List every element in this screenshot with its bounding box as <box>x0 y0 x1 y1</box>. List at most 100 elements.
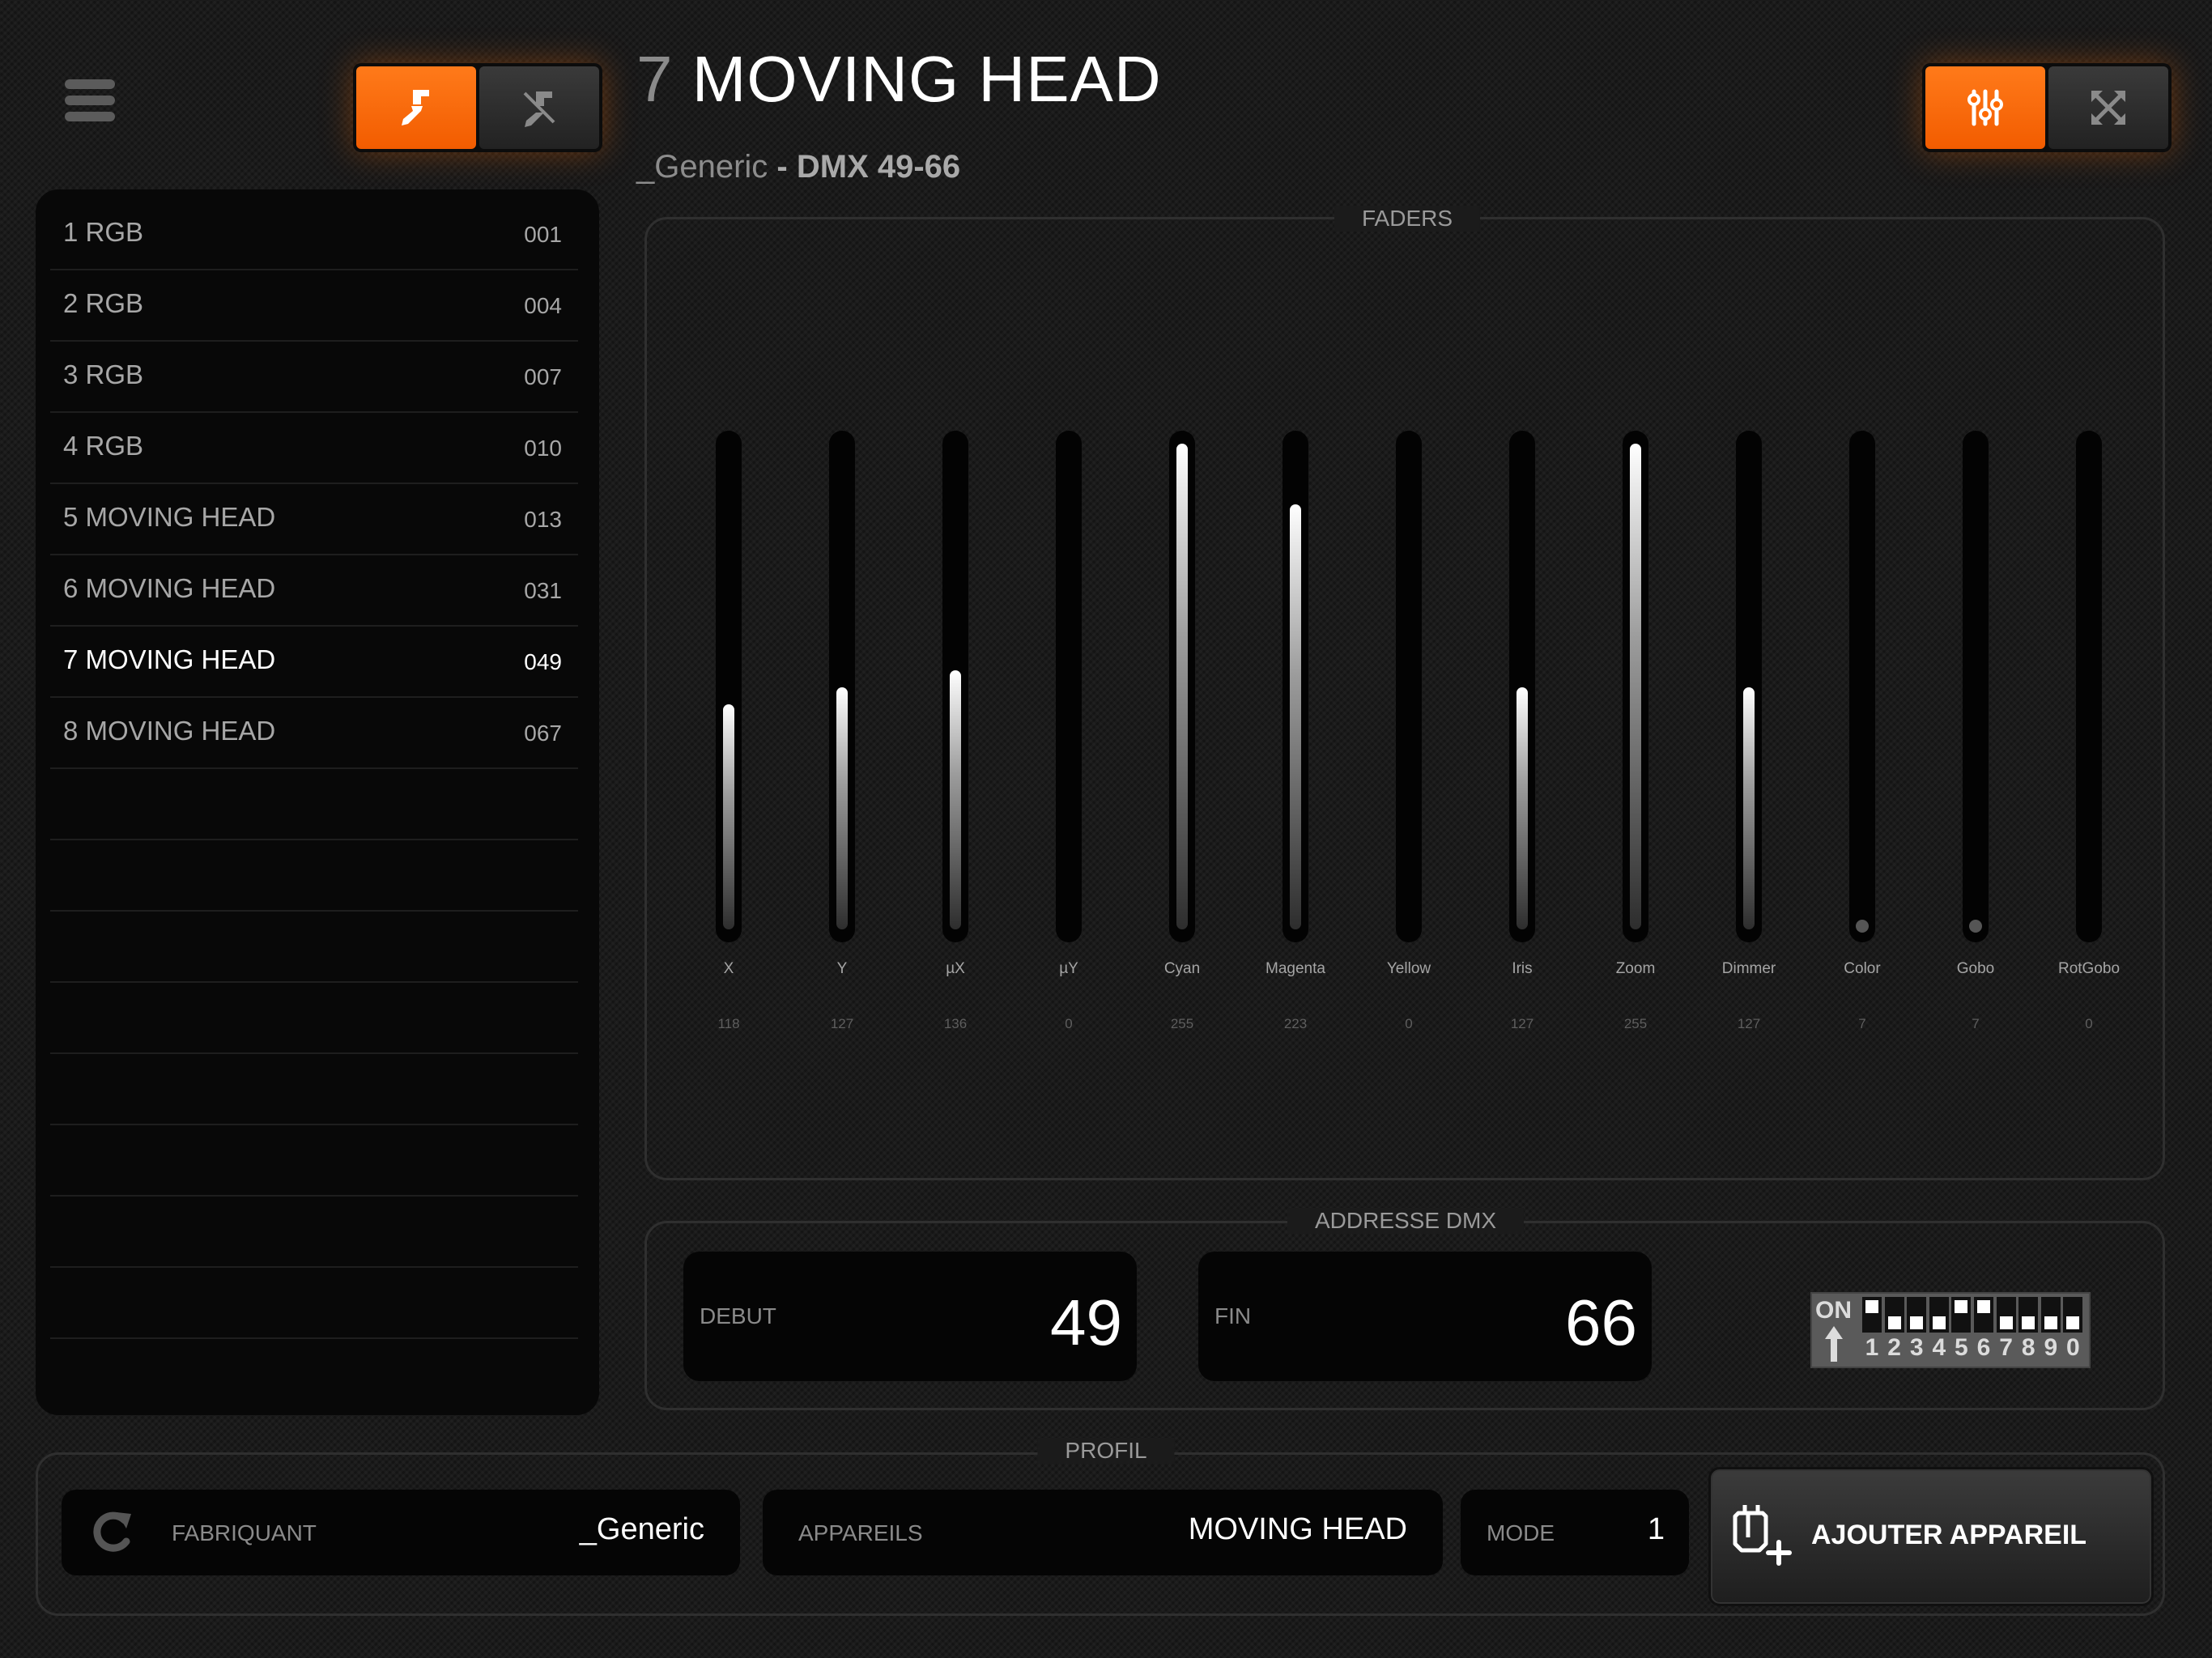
fader-level-fill <box>1516 687 1528 929</box>
fixture-address-label: 007 <box>524 364 562 389</box>
dip-switch <box>1974 1297 1993 1333</box>
fader-channel-label: Dimmer <box>1721 960 1776 977</box>
fader-channel-value: 255 <box>1623 1016 1648 1031</box>
dmx-legend: ADDRESSE DMX <box>1287 1208 1525 1234</box>
fader-track[interactable] <box>1169 431 1195 942</box>
dip-switch-knob <box>1865 1300 1878 1313</box>
fader-track[interactable] <box>1509 431 1535 942</box>
fixture-list-item[interactable]: 4 RGB 010 <box>50 411 578 484</box>
fader-track[interactable] <box>1056 431 1082 942</box>
manufacturer-value: _Generic <box>579 1512 704 1546</box>
dip-switch <box>2040 1297 2061 1333</box>
fixture-list-item[interactable] <box>50 767 578 840</box>
fixture-list-item[interactable] <box>50 1266 578 1339</box>
fader-channel-value: 223 <box>1283 1016 1308 1031</box>
dip-switch-knob <box>2022 1316 2035 1329</box>
fixture-name: MOVING HEAD <box>691 43 1162 115</box>
fader-channel-label: RotGobo <box>2057 960 2121 977</box>
fader-level-dot <box>1856 920 1869 933</box>
dip-switch-display: ON 1234567890 <box>1810 1292 2091 1368</box>
dmx-start-label: DEBUT <box>700 1303 776 1329</box>
fader-track[interactable] <box>1283 431 1308 942</box>
devices-field[interactable]: APPAREILS MOVING HEAD <box>763 1490 1443 1575</box>
dip-number: 7 <box>1999 1334 2013 1361</box>
dip-switch-knob <box>1977 1300 1990 1313</box>
dmx-start-field[interactable]: DEBUT 49 <box>683 1252 1137 1381</box>
fixture-list-item[interactable] <box>50 1195 578 1268</box>
dip-number: 0 <box>2066 1334 2080 1361</box>
fixture-address-label: 013 <box>524 507 562 532</box>
dip-number: 4 <box>1932 1334 1946 1361</box>
expand-icon[interactable] <box>2048 66 2168 149</box>
fader-track[interactable] <box>2076 431 2102 942</box>
page-title: 7 MOVING HEAD <box>636 42 1162 117</box>
fader-channel-label: Y <box>836 960 848 977</box>
fixture-list-item[interactable] <box>50 910 578 983</box>
add-device-button[interactable]: AJOUTER APPAREIL <box>1708 1467 2154 1606</box>
subtitle-separator: - <box>768 149 797 185</box>
fixture-list-item[interactable]: 8 MOVING HEAD 067 <box>50 696 578 769</box>
dip-switch <box>1996 1297 2016 1333</box>
view-mode-toggle[interactable] <box>1922 63 2172 152</box>
refresh-icon[interactable] <box>89 1509 139 1556</box>
fixture-list-item[interactable]: 5 MOVING HEAD 013 <box>50 483 578 555</box>
fader-track[interactable] <box>1623 431 1648 942</box>
fader-channel-value: 255 <box>1170 1016 1194 1031</box>
fader-track[interactable] <box>716 431 742 942</box>
fader-channel-label: Color <box>1844 960 1881 977</box>
manufacturer-field[interactable]: FABRIQUANT _Generic <box>62 1490 740 1575</box>
dip-switch <box>1862 1297 1882 1333</box>
brush-icon[interactable] <box>356 66 476 149</box>
dip-switch <box>1907 1297 1927 1333</box>
brush-disabled-icon[interactable] <box>479 66 599 149</box>
fixture-list-item[interactable] <box>50 839 578 912</box>
fader-track[interactable] <box>1849 431 1875 942</box>
dmx-end-field[interactable]: FIN 66 <box>1198 1252 1652 1381</box>
dip-on-label: ON <box>1815 1297 1852 1324</box>
dip-number: 1 <box>1865 1334 1879 1361</box>
fader-level-fill <box>723 704 734 929</box>
menu-icon[interactable] <box>65 79 115 121</box>
fader-channel-label: Iris <box>1512 960 1533 977</box>
fixture-subtitle: _Generic - DMX 49-66 <box>636 149 960 185</box>
dip-switch-knob <box>1910 1316 1924 1329</box>
fixture-list-item[interactable]: 3 RGB 007 <box>50 340 578 413</box>
fixture-list-item[interactable]: 7 MOVING HEAD 049 <box>50 625 578 698</box>
add-device-label: AJOUTER APPAREIL <box>1811 1520 2087 1550</box>
fader-track[interactable] <box>829 431 855 942</box>
fader-level-fill <box>1743 687 1755 929</box>
dip-switch-knob <box>1932 1316 1946 1329</box>
fixture-list-item[interactable]: 6 MOVING HEAD 031 <box>50 554 578 627</box>
fader-channel-value: 136 <box>943 1016 968 1031</box>
fixture-list-item[interactable] <box>50 1124 578 1197</box>
dip-switch-knob <box>2066 1316 2080 1329</box>
faders-legend: FADERS <box>1334 206 1481 232</box>
sliders-icon[interactable] <box>1925 66 2045 149</box>
fixture-list-item[interactable]: 1 RGB 001 <box>50 198 578 270</box>
fader-track[interactable] <box>942 431 968 942</box>
fader-channel-label: X <box>723 960 734 977</box>
fader-track[interactable] <box>1736 431 1762 942</box>
fader-track[interactable] <box>1963 431 1989 942</box>
fader-channel-label: µX <box>946 960 965 977</box>
dip-switches <box>1862 1297 2086 1333</box>
fader-channel-label: Magenta <box>1266 960 1325 977</box>
dip-switch-knob <box>1955 1300 1968 1313</box>
edit-mode-toggle[interactable] <box>353 63 602 152</box>
dip-number: 2 <box>1887 1334 1901 1361</box>
fader-channel-value: 127 <box>1510 1016 1534 1031</box>
fader-track[interactable] <box>1396 431 1422 942</box>
mode-value: 1 <box>1647 1512 1665 1546</box>
dip-up-arrow-icon <box>1825 1326 1843 1362</box>
mode-field[interactable]: MODE 1 <box>1461 1490 1689 1575</box>
fixture-address-label: 031 <box>524 578 562 603</box>
fader-level-fill <box>836 687 848 929</box>
dip-numbers: 1234567890 <box>1862 1334 2086 1363</box>
devices-label: APPAREILS <box>798 1520 923 1545</box>
fixture-address-label: 004 <box>524 293 562 318</box>
fixture-list-item[interactable]: 2 RGB 004 <box>50 269 578 342</box>
fixture-list-item[interactable] <box>50 1052 578 1125</box>
fader-level-fill <box>1290 504 1301 929</box>
fader-level-fill <box>1176 444 1188 929</box>
fixture-list-item[interactable] <box>50 981 578 1054</box>
